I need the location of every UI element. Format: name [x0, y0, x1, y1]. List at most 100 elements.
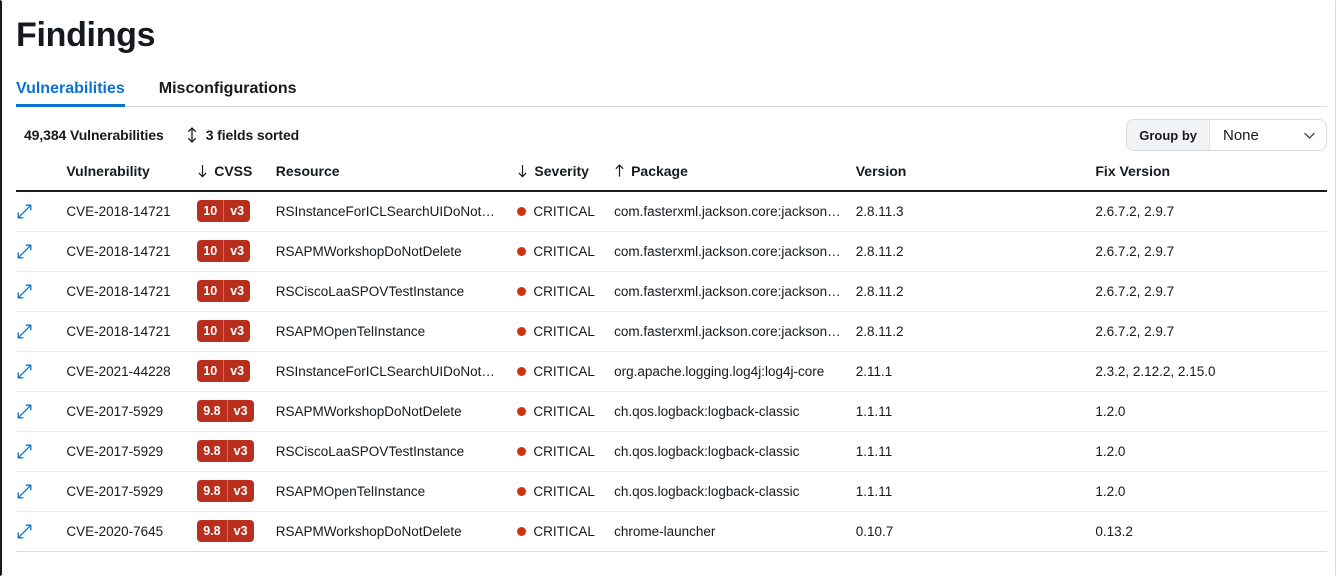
table-row[interactable]: CVE-2018-1472110v3RSAPMOpenTelInstanceCR…: [16, 311, 1327, 351]
column-header-vulnerability[interactable]: Vulnerability: [66, 163, 197, 191]
tab-misconfigurations[interactable]: Misconfigurations: [159, 79, 309, 107]
cell-severity: CRITICAL: [517, 391, 614, 431]
cell-severity: CRITICAL: [517, 471, 614, 511]
column-header-version[interactable]: Version: [856, 163, 1096, 191]
table-row[interactable]: CVE-2018-1472110v3RSAPMWorkshopDoNotDele…: [16, 231, 1327, 271]
cell-fix-version-text: 2.6.7.2, 2.9.7: [1095, 244, 1327, 259]
column-header-cvss[interactable]: CVSS: [197, 163, 276, 191]
row-expand-cell[interactable]: [16, 391, 66, 431]
row-expand-cell[interactable]: [16, 271, 66, 311]
expand-diagonal-icon[interactable]: [16, 323, 33, 340]
cell-resource-text: RSInstanceForICLSearchUIDoNotDele...: [276, 364, 518, 379]
cell-resource: RSAPMWorkshopDoNotDelete: [276, 231, 518, 271]
expand-diagonal-icon[interactable]: [16, 243, 33, 260]
cvss-score: 10: [197, 200, 223, 222]
cell-resource-text: RSCiscoLaaSPOVTestInstance: [276, 284, 518, 299]
row-expand-cell[interactable]: [16, 471, 66, 511]
cvss-score: 10: [197, 240, 223, 262]
tab-bar: Vulnerabilities Misconfigurations: [2, 71, 1335, 107]
column-header-vulnerability-label: Vulnerability: [66, 163, 150, 179]
cvss-score: 9.8: [197, 520, 226, 542]
group-by-select[interactable]: None: [1210, 120, 1326, 150]
cell-fix-version-text: 1.2.0: [1095, 484, 1327, 499]
expand-diagonal-icon[interactable]: [16, 203, 33, 220]
cvss-badge: 10v3: [197, 280, 250, 302]
expand-diagonal-icon[interactable]: [16, 283, 33, 300]
column-header-fix-version-label: Fix Version: [1095, 163, 1170, 179]
cell-version-text: 2.11.1: [856, 364, 1096, 379]
cell-severity: CRITICAL: [517, 311, 614, 351]
severity-badge: CRITICAL: [517, 524, 614, 539]
cell-fix-version: 2.3.2, 2.12.2, 2.15.0: [1095, 351, 1327, 391]
row-expand-cell[interactable]: [16, 231, 66, 271]
cell-version: 2.8.11.3: [856, 191, 1096, 231]
tab-vulnerabilities[interactable]: Vulnerabilities: [16, 79, 137, 107]
cell-vulnerability-text: CVE-2017-5929: [66, 484, 197, 499]
table-head: Vulnerability CVSS: [16, 163, 1327, 191]
chevron-down-icon: [1303, 129, 1316, 142]
fields-sorted-button[interactable]: 3 fields sorted: [186, 127, 299, 143]
cell-cvss: 10v3: [197, 231, 276, 271]
severity-dot-icon: [517, 447, 526, 456]
expand-diagonal-icon[interactable]: [16, 483, 33, 500]
table-row[interactable]: CVE-2017-59299.8v3RSCiscoLaaSPOVTestInst…: [16, 431, 1327, 471]
cell-resource-text: RSCiscoLaaSPOVTestInstance: [276, 444, 518, 459]
cvss-badge: 9.8v3: [197, 480, 253, 502]
cell-fix-version: 2.6.7.2, 2.9.7: [1095, 191, 1327, 231]
row-expand-cell[interactable]: [16, 191, 66, 231]
cell-severity: CRITICAL: [517, 351, 614, 391]
cell-version-text: 1.1.11: [856, 404, 1096, 419]
cvss-badge: 10v3: [197, 320, 250, 342]
cell-fix-version-text: 2.6.7.2, 2.9.7: [1095, 324, 1327, 339]
cell-version: 1.1.11: [856, 431, 1096, 471]
table-row[interactable]: CVE-2020-76459.8v3RSAPMWorkshopDoNotDele…: [16, 511, 1327, 551]
cell-fix-version-text: 1.2.0: [1095, 444, 1327, 459]
table-row[interactable]: CVE-2021-4422810v3RSInstanceForICLSearch…: [16, 351, 1327, 391]
row-expand-cell[interactable]: [16, 311, 66, 351]
row-expand-cell[interactable]: [16, 431, 66, 471]
cell-vulnerability: CVE-2017-5929: [66, 431, 197, 471]
page-title: Findings: [2, 1, 1335, 55]
cell-version: 2.11.1: [856, 351, 1096, 391]
cvss-badge: 9.8v3: [197, 520, 253, 542]
column-header-resource[interactable]: Resource: [276, 163, 518, 191]
findings-table-container: Vulnerability CVSS: [2, 163, 1335, 552]
severity-label: CRITICAL: [533, 244, 595, 259]
cvss-score: 10: [197, 360, 223, 382]
cell-package-text: ch.qos.logback:logback-classic: [614, 484, 856, 499]
cell-vulnerability: CVE-2017-5929: [66, 391, 197, 431]
expand-diagonal-icon[interactable]: [16, 523, 33, 540]
cell-resource-text: RSInstanceForICLSearchUIDoNotDele...: [276, 204, 518, 219]
severity-label: CRITICAL: [533, 524, 595, 539]
table-row[interactable]: CVE-2017-59299.8v3RSAPMOpenTelInstanceCR…: [16, 471, 1327, 511]
table-row[interactable]: CVE-2018-1472110v3RSInstanceForICLSearch…: [16, 191, 1327, 231]
cvss-score: 9.8: [197, 400, 226, 422]
severity-badge: CRITICAL: [517, 244, 614, 259]
table-row[interactable]: CVE-2017-59299.8v3RSAPMWorkshopDoNotDele…: [16, 391, 1327, 431]
column-header-package[interactable]: Package: [614, 163, 856, 191]
column-header-severity[interactable]: Severity: [517, 163, 614, 191]
table-row[interactable]: CVE-2018-1472110v3RSCiscoLaaSPOVTestInst…: [16, 271, 1327, 311]
cvss-score: 9.8: [197, 480, 226, 502]
severity-badge: CRITICAL: [517, 364, 614, 379]
expand-diagonal-icon[interactable]: [16, 443, 33, 460]
cell-fix-version: 0.13.2: [1095, 511, 1327, 551]
column-header-fix-version[interactable]: Fix Version: [1095, 163, 1327, 191]
cell-version-text: 2.8.11.3: [856, 204, 1096, 219]
cvss-version: v3: [223, 280, 250, 302]
cell-cvss: 9.8v3: [197, 471, 276, 511]
cell-version-text: 2.8.11.2: [856, 324, 1096, 339]
cell-resource: RSAPMOpenTelInstance: [276, 311, 518, 351]
cvss-version: v3: [223, 240, 250, 262]
row-expand-cell[interactable]: [16, 511, 66, 551]
row-expand-cell[interactable]: [16, 351, 66, 391]
cvss-badge: 10v3: [197, 360, 250, 382]
cell-package: ch.qos.logback:logback-classic: [614, 471, 856, 511]
cell-resource-text: RSAPMWorkshopDoNotDelete: [276, 404, 518, 419]
cell-version-text: 2.8.11.2: [856, 284, 1096, 299]
sort-descending-icon: [517, 164, 528, 178]
cell-version: 2.8.11.2: [856, 311, 1096, 351]
expand-diagonal-icon[interactable]: [16, 403, 33, 420]
expand-diagonal-icon[interactable]: [16, 363, 33, 380]
severity-dot-icon: [517, 527, 526, 536]
